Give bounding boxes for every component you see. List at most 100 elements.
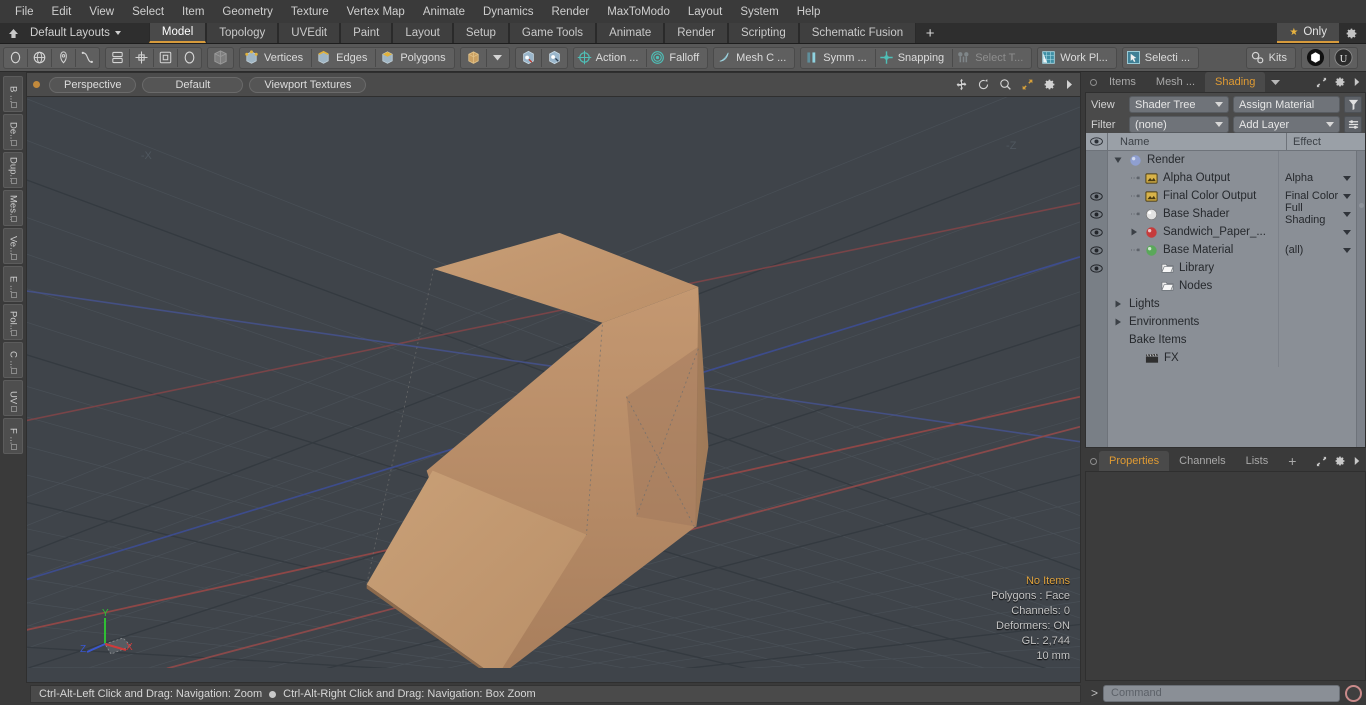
shader-tree-row[interactable]: Nodes — [1108, 277, 1356, 295]
shader-tree-row[interactable]: FX — [1108, 349, 1356, 367]
viewport-style-selector[interactable]: Default — [142, 76, 244, 93]
shader-tree-row[interactable]: Environments — [1108, 313, 1356, 331]
panel-gear-icon[interactable] — [1334, 76, 1346, 88]
add-layer-dropdown[interactable]: Add Layer — [1233, 116, 1340, 133]
add-layout-tab-button[interactable]: + — [916, 23, 944, 43]
menu-item-help[interactable]: Help — [788, 3, 830, 21]
toolbar-button-unreal-icon[interactable]: U — [1330, 48, 1357, 68]
toolbar-button-curve-tool-icon[interactable] — [76, 48, 99, 68]
toolbar-button-selection-set-icon[interactable]: Selecti ... — [1123, 48, 1198, 68]
shader-tree-body[interactable]: Render Alpha Output Alpha Final Color Outpu… — [1086, 151, 1365, 447]
shader-tree-row[interactable]: Bake Items — [1108, 331, 1356, 349]
toolbar-button-pen-tool-icon[interactable] — [52, 48, 75, 68]
visibility-toggle[interactable] — [1086, 223, 1107, 241]
layout-tab-layout[interactable]: Layout — [392, 23, 453, 43]
panel-tab-lists[interactable]: Lists — [1235, 451, 1279, 471]
visibility-toggle[interactable] — [1086, 259, 1107, 277]
left-tool-tab-6[interactable]: Pol... — [3, 304, 23, 340]
assign-material-dropdown[interactable]: Assign Material — [1233, 96, 1340, 113]
layout-tab-game-tools[interactable]: Game Tools — [508, 23, 597, 43]
menu-item-animate[interactable]: Animate — [414, 3, 474, 21]
menu-item-render[interactable]: Render — [542, 3, 598, 21]
rotate-icon[interactable] — [977, 78, 990, 91]
menu-item-system[interactable]: System — [731, 3, 787, 21]
layout-tab-model[interactable]: Model — [148, 23, 207, 43]
menu-item-view[interactable]: View — [80, 3, 123, 21]
expand-icon[interactable] — [1316, 77, 1327, 88]
chevron-down-icon[interactable] — [1114, 156, 1124, 164]
shader-tree-scrollbar[interactable] — [1356, 151, 1365, 447]
tab-dropdown-icon[interactable] — [1265, 72, 1286, 92]
home-icon[interactable] — [4, 25, 22, 41]
shader-tree-row[interactable]: Base Material (all) — [1108, 241, 1356, 259]
menu-item-vertex-map[interactable]: Vertex Map — [338, 3, 414, 21]
viewport-3d[interactable]: -X -Z Y X Z No Items Polygons : Face Cha… — [26, 96, 1081, 683]
layout-tab-uvedit[interactable]: UVEdit — [278, 23, 341, 43]
panel-more-icon[interactable] — [1353, 77, 1361, 87]
only-toggle-button[interactable]: ★ Only — [1277, 23, 1339, 43]
toolbar-button-snapping-icon[interactable]: Snapping — [876, 48, 953, 68]
visibility-toggle[interactable] — [1086, 241, 1107, 259]
shader-tree-row[interactable]: Lights — [1108, 295, 1356, 313]
menu-item-maxtomodo[interactable]: MaxToModo — [598, 3, 679, 21]
left-tool-tab-5[interactable]: E ... — [3, 266, 23, 302]
left-tool-tab-8[interactable]: UV — [3, 380, 23, 416]
shader-tree-row[interactable]: Library — [1108, 259, 1356, 277]
layout-tab-paint[interactable]: Paint — [340, 23, 393, 43]
viewport-settings-icon[interactable] — [1043, 78, 1056, 91]
command-input[interactable]: Command — [1103, 684, 1340, 702]
menu-item-item[interactable]: Item — [173, 3, 213, 21]
menu-item-texture[interactable]: Texture — [282, 3, 338, 21]
shader-tree-row[interactable]: Render — [1108, 151, 1356, 169]
toolbar-button-smooth-icon[interactable] — [178, 48, 201, 68]
expand-icon[interactable] — [1316, 456, 1327, 467]
panel-tab-items[interactable]: Items — [1099, 72, 1146, 92]
layout-tab-setup[interactable]: Setup — [452, 23, 509, 43]
menu-item-geometry[interactable]: Geometry — [213, 3, 282, 21]
view-dropdown[interactable]: Shader Tree — [1129, 96, 1229, 113]
panel-tab-properties[interactable]: Properties — [1099, 451, 1170, 471]
shader-tree-row-effect[interactable]: Full Shading — [1278, 202, 1356, 226]
menu-item-dynamics[interactable]: Dynamics — [474, 3, 542, 21]
toolbar-button-falloff-icon[interactable]: Falloff — [647, 48, 707, 68]
viewport-more-icon[interactable] — [1065, 79, 1074, 90]
record-icon[interactable] — [1345, 684, 1362, 702]
chevron-right-icon[interactable] — [1114, 318, 1124, 326]
menu-item-file[interactable]: File — [6, 3, 43, 21]
toolbar-button-ellipse-tool-icon[interactable] — [4, 48, 27, 68]
visibility-toggle[interactable] — [1086, 205, 1107, 223]
toolbar-button-action-center-icon[interactable]: Action ... — [574, 48, 647, 68]
toolbar-button-kits-gear-icon[interactable]: Kits — [1247, 48, 1295, 68]
toolbar-button-mode-dropdown-icon[interactable] — [487, 48, 509, 68]
panel-tab-shading[interactable]: Shading — [1205, 72, 1266, 92]
panel-more-icon[interactable] — [1353, 456, 1361, 466]
left-tool-tab-7[interactable]: C ... — [3, 342, 23, 378]
menu-item-layout[interactable]: Layout — [679, 3, 732, 21]
left-tool-tab-2[interactable]: Dup... — [3, 152, 23, 188]
panel-gear-icon[interactable] — [1334, 455, 1346, 467]
shader-tree-row[interactable]: Base Shader Full Shading — [1108, 202, 1356, 226]
layout-tab-animate[interactable]: Animate — [596, 23, 665, 43]
menu-item-select[interactable]: Select — [123, 3, 173, 21]
toolbar-button-symmetry-icon[interactable]: Symm ... — [801, 48, 874, 68]
panel-tab-channels[interactable]: Channels — [1169, 451, 1236, 471]
toolbar-button-sphere-tool-icon[interactable] — [28, 48, 51, 68]
toolbar-button-pivot-icon[interactable] — [542, 48, 567, 68]
properties-panel-body[interactable] — [1085, 471, 1366, 681]
toolbar-button-item-mode-icon[interactable] — [461, 48, 486, 68]
layout-tab-render[interactable]: Render — [664, 23, 728, 43]
add-properties-tab-button[interactable]: + — [1278, 451, 1307, 471]
shader-tree-row-effect[interactable]: Alpha — [1278, 169, 1356, 187]
layout-tab-schematic-fusion[interactable]: Schematic Fusion — [798, 23, 917, 43]
shader-tree-row[interactable]: Sandwich_Paper_... — [1108, 223, 1356, 241]
toolbar-button-bevel-icon[interactable] — [154, 48, 177, 68]
viewport-textures-selector[interactable]: Viewport Textures — [249, 76, 367, 93]
panel-tab-mesh[interactable]: Mesh ... — [1145, 72, 1206, 92]
visibility-toggle[interactable] — [1086, 187, 1107, 205]
left-tool-tab-0[interactable]: B ... — [3, 76, 23, 112]
layout-tab-scripting[interactable]: Scripting — [727, 23, 799, 43]
layout-tab-topology[interactable]: Topology — [206, 23, 279, 43]
toolbar-button-cube-solid-icon[interactable] — [208, 48, 233, 68]
pan-icon[interactable] — [955, 78, 968, 91]
chevron-right-icon[interactable] — [1114, 300, 1124, 308]
